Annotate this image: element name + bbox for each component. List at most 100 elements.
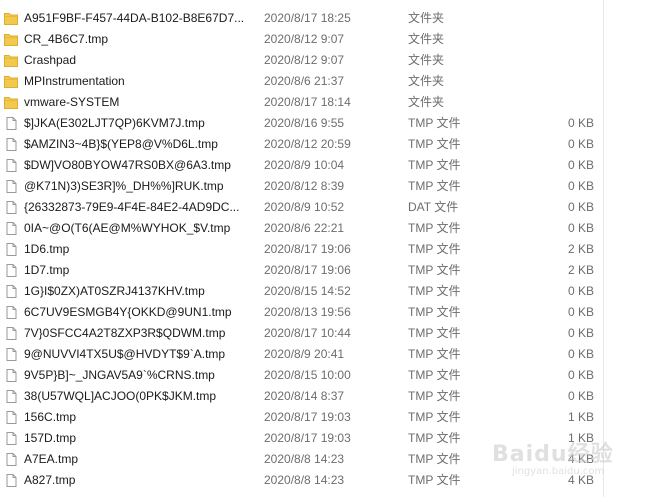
file-row[interactable]: 7V}0SFCC4A2T8ZXP3R$QDWM.tmp 2020/8/17 10:… xyxy=(0,323,645,344)
file-date-modified: 2020/8/9 10:52 xyxy=(264,200,345,214)
file-type: TMP 文件 xyxy=(408,137,461,151)
file-size: 0 KB xyxy=(567,389,594,403)
file-date-modified: 2020/8/12 20:59 xyxy=(264,137,351,151)
file-name: $DW]VO80BYOW47RS0BX@6A3.tmp xyxy=(24,158,231,172)
file-size: 0 KB xyxy=(567,137,594,151)
file-size: 0 KB xyxy=(567,326,594,340)
file-row[interactable]: @K71N)3)SE3R]%_DH%%]RUK.tmp 2020/8/12 8:3… xyxy=(0,176,645,197)
folder-row[interactable]: MPInstrumentation 2020/8/6 21:37 文件夹 xyxy=(0,71,645,92)
file-size: 0 KB xyxy=(567,179,594,193)
file-type: TMP 文件 xyxy=(408,326,461,340)
file-icon xyxy=(4,264,18,277)
file-type: 文件夹 xyxy=(408,74,445,88)
file-type: TMP 文件 xyxy=(408,410,461,424)
file-row[interactable]: 0IA~@O(T6(AE@M%WYHOK_$V.tmp 2020/8/6 22:2… xyxy=(0,218,645,239)
file-type: TMP 文件 xyxy=(408,179,461,193)
file-date-modified: 2020/8/14 8:37 xyxy=(264,389,345,403)
folder-row[interactable]: Crashpad 2020/8/12 9:07 文件夹 xyxy=(0,50,645,71)
file-list: A951F9BF-F457-44DA-B102-B8E67D7... 2020/8… xyxy=(0,8,645,491)
folder-row[interactable]: CR_4B6C7.tmp 2020/8/12 9:07 文件夹 xyxy=(0,29,645,50)
file-date-modified: 2020/8/17 19:03 xyxy=(264,410,351,424)
file-size: 2 KB xyxy=(567,242,594,256)
file-type: TMP 文件 xyxy=(408,221,461,235)
file-size: 0 KB xyxy=(567,158,594,172)
file-icon xyxy=(4,411,18,424)
file-size: 0 KB xyxy=(567,116,594,130)
file-row[interactable]: {26332873-79E9-4F4E-84E2-4AD9DC... 2020/8… xyxy=(0,197,645,218)
file-size: 2 KB xyxy=(567,263,594,277)
file-size: 0 KB xyxy=(567,368,594,382)
file-name: Crashpad xyxy=(24,53,77,67)
file-type: 文件夹 xyxy=(408,95,445,109)
file-date-modified: 2020/8/9 20:41 xyxy=(264,347,345,361)
file-icon xyxy=(4,348,18,361)
file-name: 0IA~@O(T6(AE@M%WYHOK_$V.tmp xyxy=(24,221,231,235)
file-date-modified: 2020/8/12 9:07 xyxy=(264,53,345,67)
file-date-modified: 2020/8/15 10:00 xyxy=(264,368,351,382)
file-row[interactable]: 38(U57WQL]ACJOO(0PK$JKM.tmp 2020/8/14 8:3… xyxy=(0,386,645,407)
file-icon xyxy=(4,306,18,319)
file-icon xyxy=(4,432,18,445)
file-size: 1 KB xyxy=(567,410,594,424)
file-name: A827.tmp xyxy=(24,473,76,487)
file-row[interactable]: 9V5P}B]~_JNGAV5A9`%CRNS.tmp 2020/8/15 10:… xyxy=(0,365,645,386)
file-date-modified: 2020/8/17 19:06 xyxy=(264,242,351,256)
column-divider xyxy=(603,0,604,497)
file-row[interactable]: 156C.tmp 2020/8/17 19:03 TMP 文件 1 KB xyxy=(0,407,645,428)
watermark-brand: Baidu经验 xyxy=(492,442,614,467)
file-icon xyxy=(4,159,18,172)
folder-icon xyxy=(4,33,18,46)
file-date-modified: 2020/8/8 14:23 xyxy=(264,452,345,466)
file-date-modified: 2020/8/9 10:04 xyxy=(264,158,345,172)
file-date-modified: 2020/8/8 14:23 xyxy=(264,473,345,487)
file-row[interactable]: 1D7.tmp 2020/8/17 19:06 TMP 文件 2 KB xyxy=(0,260,645,281)
file-row[interactable]: 9@NUVVI4TX5U$@HVDYT$9`A.tmp 2020/8/9 20:4… xyxy=(0,344,645,365)
folder-row[interactable]: A951F9BF-F457-44DA-B102-B8E67D7... 2020/8… xyxy=(0,8,645,29)
file-icon xyxy=(4,369,18,382)
file-name: 38(U57WQL]ACJOO(0PK$JKM.tmp xyxy=(24,389,217,403)
file-name: 7V}0SFCC4A2T8ZXP3R$QDWM.tmp xyxy=(24,326,226,340)
file-type: TMP 文件 xyxy=(408,305,461,319)
file-name: @K71N)3)SE3R]%_DH%%]RUK.tmp xyxy=(24,179,224,193)
file-name: $AMZIN3~4B}$(YEP8@V%D6L.tmp xyxy=(24,137,218,151)
file-icon xyxy=(4,243,18,256)
file-size: 0 KB xyxy=(567,200,594,214)
file-type: 文件夹 xyxy=(408,53,445,67)
file-name: A7EA.tmp xyxy=(24,452,79,466)
file-name: 9V5P}B]~_JNGAV5A9`%CRNS.tmp xyxy=(24,368,215,382)
file-date-modified: 2020/8/17 19:06 xyxy=(264,263,351,277)
file-name: CR_4B6C7.tmp xyxy=(24,32,109,46)
folder-icon xyxy=(4,96,18,109)
file-row[interactable]: $]JKA(E302LJT7QP)6KVM7J.tmp 2020/8/16 9:5… xyxy=(0,113,645,134)
watermark-url: jingyan.baidu.com xyxy=(512,466,605,477)
file-type: TMP 文件 xyxy=(408,242,461,256)
file-type: TMP 文件 xyxy=(408,116,461,130)
file-size: 0 KB xyxy=(567,221,594,235)
file-name: $]JKA(E302LJT7QP)6KVM7J.tmp xyxy=(24,116,205,130)
file-row[interactable]: $DW]VO80BYOW47RS0BX@6A3.tmp 2020/8/9 10:0… xyxy=(0,155,645,176)
file-date-modified: 2020/8/17 18:14 xyxy=(264,95,351,109)
file-row[interactable]: 1D6.tmp 2020/8/17 19:06 TMP 文件 2 KB xyxy=(0,239,645,260)
file-name: 157D.tmp xyxy=(24,431,77,445)
file-row[interactable]: 6C7UV9ESMGB4Y{OKKD@9UN1.tmp 2020/8/13 19:… xyxy=(0,302,645,323)
file-date-modified: 2020/8/12 9:07 xyxy=(264,32,345,46)
file-name: 1D7.tmp xyxy=(24,263,70,277)
file-icon xyxy=(4,390,18,403)
file-icon xyxy=(4,222,18,235)
file-type: 文件夹 xyxy=(408,11,445,25)
file-type: TMP 文件 xyxy=(408,158,461,172)
file-name: 1D6.tmp xyxy=(24,242,70,256)
file-date-modified: 2020/8/17 10:44 xyxy=(264,326,351,340)
file-icon xyxy=(4,327,18,340)
folder-icon xyxy=(4,12,18,25)
file-name: {26332873-79E9-4F4E-84E2-4AD9DC... xyxy=(24,200,240,214)
file-icon xyxy=(4,285,18,298)
folder-row[interactable]: vmware-SYSTEM 2020/8/17 18:14 文件夹 xyxy=(0,92,645,113)
file-icon xyxy=(4,180,18,193)
file-name: 9@NUVVI4TX5U$@HVDYT$9`A.tmp xyxy=(24,347,226,361)
file-date-modified: 2020/8/17 19:03 xyxy=(264,431,351,445)
folder-icon xyxy=(4,54,18,67)
file-name: MPInstrumentation xyxy=(24,74,125,88)
file-row[interactable]: $AMZIN3~4B}$(YEP8@V%D6L.tmp 2020/8/12 20:… xyxy=(0,134,645,155)
file-row[interactable]: 1G}I$0ZX)AT0SZRJ4137KHV.tmp 2020/8/15 14:… xyxy=(0,281,645,302)
